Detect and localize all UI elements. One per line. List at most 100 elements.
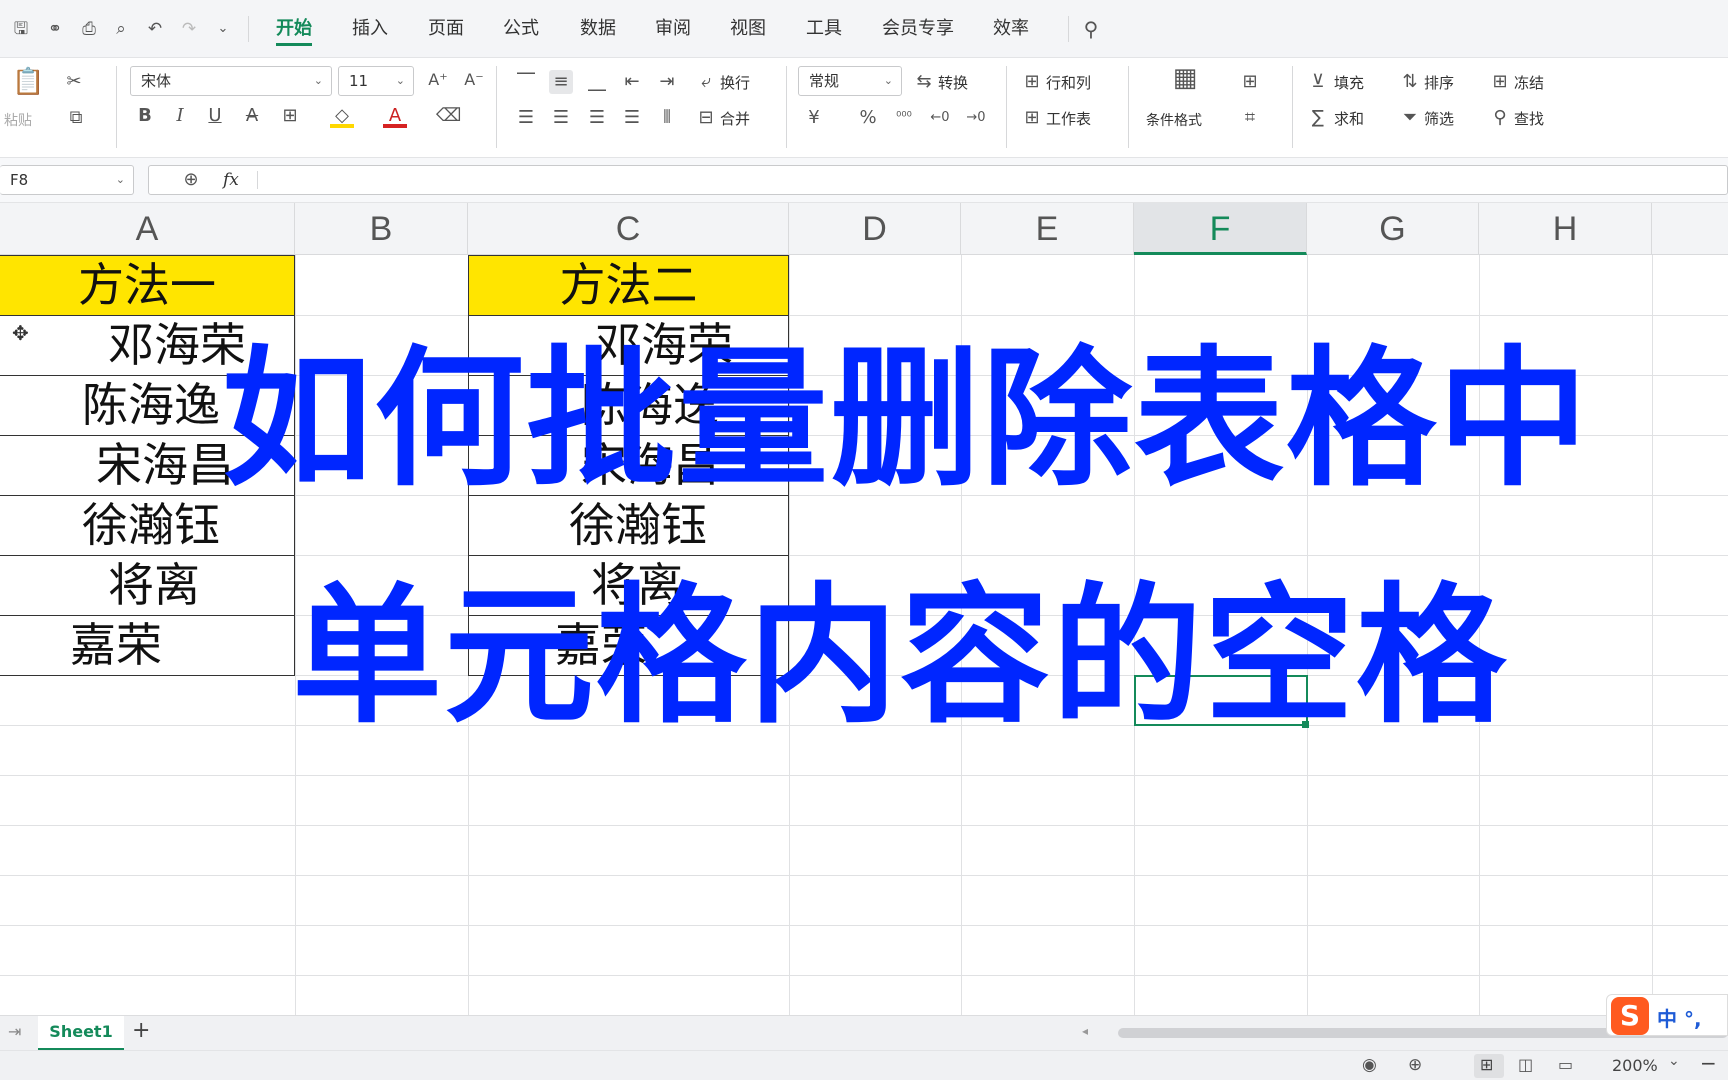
cell-a1[interactable]: 方法一 xyxy=(0,255,295,316)
worksheet-icon[interactable]: ⊞ xyxy=(1020,106,1044,130)
cell-c1[interactable]: 方法二 xyxy=(468,255,789,316)
cut-icon[interactable]: ✂ xyxy=(62,70,86,94)
increase-font-icon[interactable]: A⁺ xyxy=(426,68,450,92)
paste-label[interactable]: 粘贴 xyxy=(4,110,32,130)
normal-view-button[interactable]: ⊞ xyxy=(1474,1054,1504,1078)
crop-icon[interactable]: ⌗ xyxy=(1238,106,1262,130)
column-header-d[interactable]: D xyxy=(789,203,961,255)
filter-label[interactable]: 筛选 xyxy=(1424,108,1454,129)
thousands-icon[interactable]: ⁰⁰⁰ xyxy=(892,106,916,130)
fx-icon[interactable]: fx xyxy=(223,166,239,194)
merge-label[interactable]: 合并 xyxy=(720,108,750,129)
tab-tools[interactable]: 工具 xyxy=(806,16,842,46)
name-box[interactable]: F8 ⌄ xyxy=(0,165,134,195)
eraser-icon[interactable]: ⌫ xyxy=(436,104,461,128)
tab-data[interactable]: 数据 xyxy=(580,16,616,46)
convert-label[interactable]: 转换 xyxy=(938,72,968,93)
ime-toolbar[interactable]: S 中 °, xyxy=(1606,994,1728,1036)
scroll-left-icon[interactable]: ◂ xyxy=(1082,1024,1088,1038)
fill-label[interactable]: 填充 xyxy=(1334,72,1364,93)
column-header-c[interactable]: C xyxy=(468,203,789,255)
zoom-level[interactable]: 200% xyxy=(1612,1056,1658,1075)
align-bottom-icon[interactable]: ⎽ xyxy=(585,70,609,94)
cell-a6[interactable]: 将离 xyxy=(0,555,295,616)
align-left-icon[interactable]: ☰ xyxy=(514,106,538,130)
freeze-label[interactable]: 冻结 xyxy=(1514,72,1544,93)
print-preview-icon[interactable]: ⌕ xyxy=(110,18,132,40)
percent-icon[interactable]: % xyxy=(856,106,880,130)
column-header-e[interactable]: E xyxy=(961,203,1134,255)
column-header-g[interactable]: G xyxy=(1307,203,1479,255)
zoom-formula-icon[interactable]: ⊕ xyxy=(179,168,203,192)
wrap-label[interactable]: 换行 xyxy=(720,72,750,93)
distribute-icon[interactable]: ⫴ xyxy=(655,106,679,130)
zoom-out-icon[interactable]: − xyxy=(1700,1051,1717,1075)
decimal-increase-icon[interactable]: ←0 xyxy=(928,106,952,130)
tab-page[interactable]: 页面 xyxy=(428,16,464,46)
worksheet-label[interactable]: 工作表 xyxy=(1046,108,1091,129)
eye-protection-icon[interactable]: ◉ xyxy=(1362,1055,1377,1075)
merge-icon[interactable]: ⊟ xyxy=(694,106,718,130)
print-icon[interactable]: ⎙ xyxy=(78,18,100,40)
cell-a7[interactable]: 嘉荣 xyxy=(0,615,295,676)
sheet-tab-sheet1[interactable]: Sheet1 xyxy=(38,1016,124,1050)
sort-icon[interactable]: ⇅ xyxy=(1398,70,1422,94)
align-middle-icon[interactable]: ≡ xyxy=(549,70,573,94)
link-icon[interactable]: ⚭ xyxy=(44,18,66,40)
currency-icon[interactable]: ¥ xyxy=(802,106,826,130)
find-icon[interactable]: ⚲ xyxy=(1488,106,1512,130)
navigation-icon[interactable]: ⊕ xyxy=(1408,1055,1422,1075)
strikethrough-icon[interactable]: A xyxy=(240,104,264,128)
last-sheet-icon[interactable]: ⇥ xyxy=(8,1022,21,1041)
fill-icon[interactable]: ⊻ xyxy=(1306,70,1330,94)
search-icon[interactable]: ⚲ xyxy=(1080,18,1102,40)
decimal-decrease-icon[interactable]: →0 xyxy=(964,106,988,130)
column-header-b[interactable]: B xyxy=(295,203,468,255)
sort-label[interactable]: 排序 xyxy=(1424,72,1454,93)
column-header-h[interactable]: H xyxy=(1479,203,1652,255)
sum-icon[interactable]: ∑ xyxy=(1306,106,1330,130)
italic-icon[interactable]: I xyxy=(168,104,192,128)
redo-icon[interactable]: ↷ xyxy=(178,18,200,40)
wrap-icon[interactable]: ⤶ xyxy=(694,70,718,94)
format-painter-icon[interactable]: ⧉ xyxy=(64,106,88,130)
tab-insert[interactable]: 插入 xyxy=(352,16,388,46)
indent-increase-icon[interactable]: ⇥ xyxy=(655,70,679,94)
tab-home[interactable]: 开始 xyxy=(276,16,312,46)
find-label[interactable]: 查找 xyxy=(1514,108,1544,129)
font-color-icon[interactable]: A xyxy=(383,104,407,128)
filter-icon[interactable]: ⏷ xyxy=(1398,106,1422,130)
zoom-dropdown-icon[interactable]: ⌄ xyxy=(1668,1053,1680,1069)
justify-icon[interactable]: ☰ xyxy=(620,106,644,130)
freeze-icon[interactable]: ⊞ xyxy=(1488,70,1512,94)
cell-style-icon[interactable]: ⊞ xyxy=(1238,70,1262,94)
cond-format-label[interactable]: 条件格式 xyxy=(1146,110,1202,130)
underline-icon[interactable]: U xyxy=(203,104,227,128)
font-name-select[interactable]: 宋体 ⌄ xyxy=(130,66,332,96)
sum-label[interactable]: 求和 xyxy=(1334,108,1364,129)
font-size-select[interactable]: 11 ⌄ xyxy=(338,66,414,96)
chevron-down-icon[interactable]: ⌄ xyxy=(212,18,234,40)
page-break-icon[interactable]: ▭ xyxy=(1558,1055,1573,1074)
tab-view[interactable]: 视图 xyxy=(730,16,766,46)
align-top-icon[interactable]: ⎺ xyxy=(514,70,538,94)
tab-review[interactable]: 审阅 xyxy=(655,16,691,46)
border-icon[interactable]: ⊞ xyxy=(278,104,302,128)
align-center-icon[interactable]: ☰ xyxy=(549,106,573,130)
tab-member[interactable]: 会员专享 xyxy=(882,16,954,46)
page-layout-icon[interactable]: ◫ xyxy=(1518,1055,1533,1074)
column-header-a[interactable]: A xyxy=(0,203,295,255)
save-icon[interactable]: 🖫 xyxy=(10,18,32,40)
rowcol-label[interactable]: 行和列 xyxy=(1046,72,1091,93)
conditional-format-icon[interactable]: ▦ xyxy=(1170,65,1200,91)
column-header-f[interactable]: F xyxy=(1134,203,1307,255)
fill-color-icon[interactable]: ◇ xyxy=(330,104,354,128)
undo-icon[interactable]: ↶ xyxy=(144,18,166,40)
add-sheet-button[interactable]: + xyxy=(132,1018,150,1043)
convert-icon[interactable]: ⇆ xyxy=(912,70,936,94)
align-right-icon[interactable]: ☰ xyxy=(585,106,609,130)
indent-decrease-icon[interactable]: ⇤ xyxy=(620,70,644,94)
row-col-icon[interactable]: ⊞ xyxy=(1020,70,1044,94)
bold-icon[interactable]: B xyxy=(133,104,157,128)
number-format-select[interactable]: 常规 ⌄ xyxy=(798,66,902,96)
